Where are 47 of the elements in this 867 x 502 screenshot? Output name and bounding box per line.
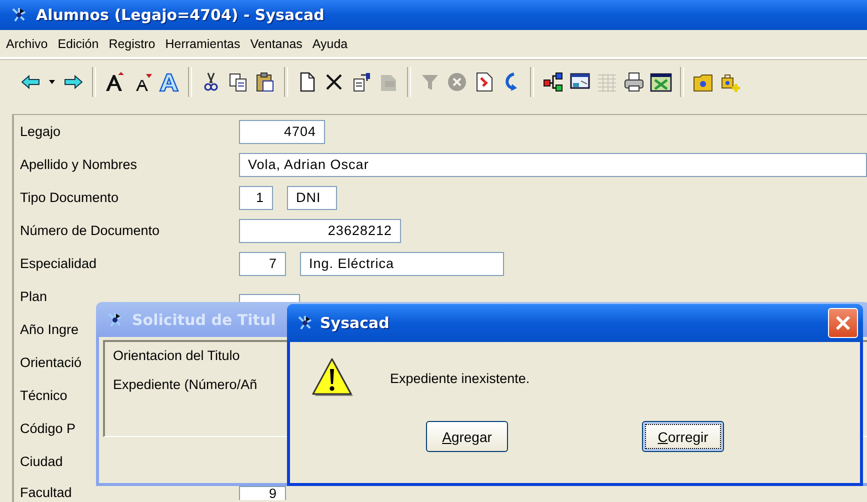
field-label: Tipo Documento: [20, 190, 119, 205]
window-title: Solicitud de Titul: [132, 310, 276, 328]
field-label: Orientacion del Titulo: [113, 348, 240, 363]
copy-icon[interactable]: [227, 71, 249, 93]
close-icon[interactable]: [828, 308, 858, 338]
spreadsheet-window-icon[interactable]: [650, 71, 672, 93]
warning-icon: [310, 357, 354, 399]
input-field[interactable]: 4704: [239, 120, 325, 144]
dialog-title: Sysacad: [320, 314, 390, 332]
field-label: Ciudad: [20, 454, 63, 469]
menu-item[interactable]: Ventanas: [250, 36, 302, 50]
input-field[interactable]: 23628212: [239, 218, 401, 242]
field-label: Año Ingre: [20, 322, 79, 337]
field-label: Expediente (Número/Añ: [113, 377, 258, 392]
field-label: Plan: [20, 289, 48, 304]
font-outline-icon[interactable]: [158, 71, 180, 93]
menu-item[interactable]: Herramientas: [165, 36, 240, 50]
input-field[interactable]: 7: [239, 252, 286, 276]
field-label: Legajo: [20, 124, 61, 139]
field-label: Facultad: [20, 485, 72, 500]
dialog-button[interactable]: Corregir: [642, 421, 724, 452]
input-field[interactable]: Ing. Eléctrica: [300, 252, 504, 276]
app-icon: [106, 310, 124, 328]
menu-item[interactable]: Archivo: [6, 36, 48, 50]
window-title: Alumnos (Legajo=4704) - Sysacad: [36, 6, 324, 24]
app-icon: [296, 314, 314, 332]
field-label: Número de Documento: [20, 223, 160, 238]
input-field[interactable]: DNI: [287, 186, 337, 210]
field-label: Orientació: [20, 355, 82, 370]
menu-item[interactable]: Registro: [108, 36, 156, 50]
input-field[interactable]: [239, 294, 300, 304]
field-label: Apellido y Nombres: [20, 157, 138, 172]
font-larger-icon[interactable]: [104, 71, 126, 93]
message-text: Expediente inexistente.: [390, 370, 530, 386]
app-icon: [10, 6, 28, 24]
tree-diagram-icon[interactable]: [542, 71, 564, 93]
clipboard-icon[interactable]: [254, 71, 276, 93]
field-label: Especialidad: [20, 256, 97, 271]
menu-item[interactable]: Ayuda: [312, 36, 348, 50]
menu-item[interactable]: Edición: [58, 36, 99, 50]
input-field[interactable]: 9: [239, 486, 286, 500]
field-label: Técnico: [20, 388, 68, 403]
printer-icon[interactable]: [623, 71, 645, 93]
dialog-button[interactable]: Agregar: [426, 421, 508, 452]
input-field[interactable]: 1: [239, 186, 273, 210]
field-label: Código P: [20, 421, 76, 436]
input-field[interactable]: Vola, Adrian Oscar: [239, 152, 867, 176]
